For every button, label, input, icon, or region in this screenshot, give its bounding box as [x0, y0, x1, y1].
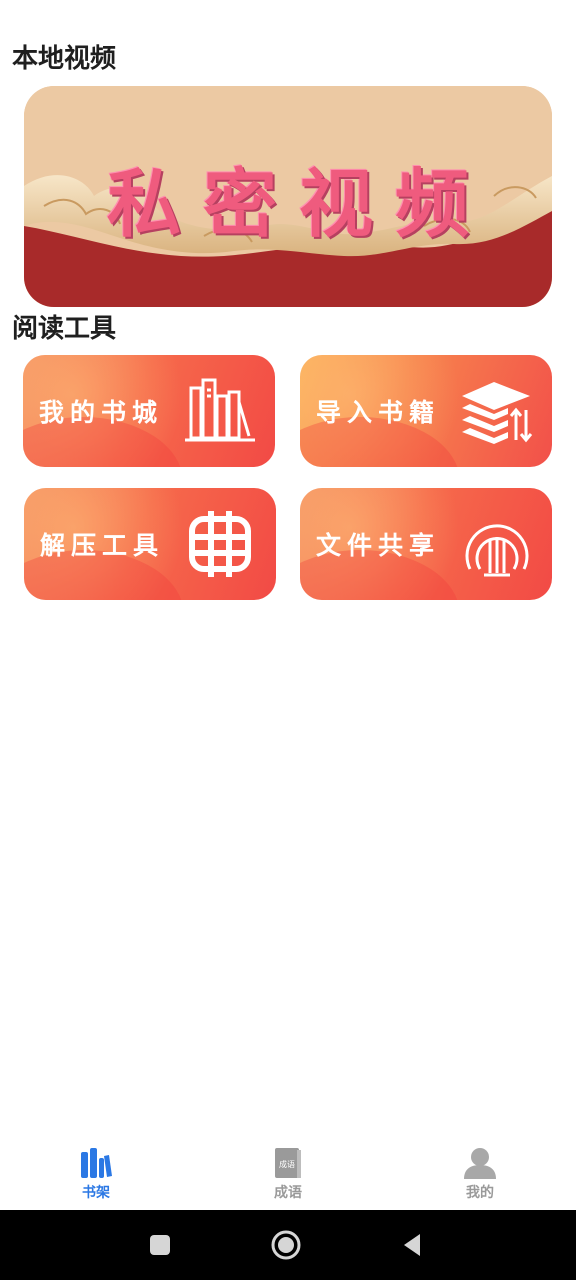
tile-label-bookstore: 我的书城	[39, 398, 164, 427]
system-navigation-bar	[0, 1210, 576, 1280]
private-video-banner[interactable]: 私密视频	[24, 86, 552, 307]
tab-idiom[interactable]: 成语 成语	[228, 1140, 348, 1210]
tile-label-share: 文件共享	[316, 531, 441, 560]
banner-title: 私密视频	[107, 161, 491, 248]
section-title-local-video: 本地视频	[12, 44, 117, 74]
tile-label-import: 导入书籍	[316, 398, 441, 427]
section-title-reading-tools: 阅读工具	[12, 314, 117, 344]
tab-label-bookshelf: 书架	[82, 1185, 110, 1201]
idiom-book-icon: 成语	[275, 1148, 301, 1178]
books-icon	[81, 1148, 112, 1178]
tab-mine[interactable]: 我的	[420, 1140, 540, 1210]
tab-label-mine: 我的	[466, 1185, 494, 1201]
user-icon	[464, 1148, 496, 1179]
import-books-button[interactable]: 导入书籍	[300, 355, 552, 467]
back-icon[interactable]	[400, 1230, 424, 1260]
unzip-grid-icon	[189, 511, 251, 577]
import-books-icon	[462, 382, 533, 444]
bookshelf-icon	[185, 378, 255, 442]
tab-label-idiom: 成语	[274, 1185, 302, 1201]
my-bookstore-button[interactable]: 我的书城	[23, 355, 275, 467]
share-signal-icon	[465, 524, 529, 577]
tab-bookshelf[interactable]: 书架	[36, 1140, 156, 1210]
file-share-button[interactable]: 文件共享	[300, 488, 552, 600]
recent-apps-icon[interactable]	[148, 1230, 172, 1260]
tile-label-unzip: 解压工具	[40, 531, 165, 560]
unzip-tool-button[interactable]: 解压工具	[24, 488, 276, 600]
svg-text:成语: 成语	[279, 1159, 295, 1169]
home-icon[interactable]	[270, 1230, 302, 1260]
bottom-tab-bar: 书架 成语 成语 我的	[0, 1140, 576, 1210]
